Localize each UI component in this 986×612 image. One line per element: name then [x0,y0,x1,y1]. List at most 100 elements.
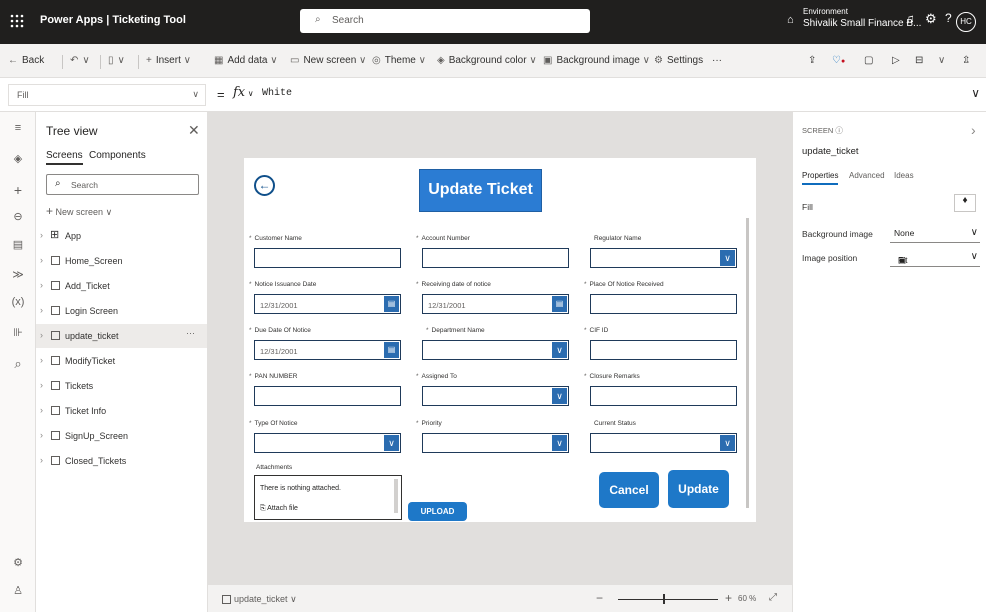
theme-button[interactable]: ◎ Theme ∨ [372,55,430,66]
layers-icon[interactable]: ◈ [0,152,36,165]
screen-selector[interactable]: update_ticket ∨ [222,594,297,605]
fx-icon[interactable]: fx ∨ [233,85,254,100]
undo-button[interactable]: ↶ ∨ [70,55,94,66]
tree-item-modify-ticket[interactable]: › ModifyTicket [36,349,207,373]
current-status-dropdown[interactable]: ∨ [590,433,737,453]
help-circle-icon[interactable]: ⓘ [835,126,843,135]
insert-button[interactable]: + Insert ∨ [146,55,195,66]
settings-gear-icon[interactable]: ⚙ [0,556,36,569]
share-icon[interactable]: ⇪ [808,55,816,66]
attachments-control[interactable]: There is nothing attached. ⎘ Attach file [254,475,402,520]
menu-icon[interactable]: ≡ [0,122,36,134]
user-avatar[interactable]: HC [956,12,976,32]
tree-search-input[interactable]: ⌕ Search [46,174,199,195]
add-data-button[interactable]: ▦ Add data ∨ [214,55,282,66]
zoom-slider[interactable] [618,599,718,600]
notifications-icon[interactable]: ♫ [905,11,915,26]
more-options-icon[interactable]: ··· [186,328,195,338]
data-icon[interactable]: ⊖ [0,210,36,223]
command-bar: ← Back ↶ ∨ ▯ ∨ + Insert ∨ ▦ Add data ∨ ▭ New s… [0,44,986,78]
fit-to-window-icon[interactable]: ⤢ [769,592,777,603]
fill-color-picker[interactable]: ♦ [954,194,976,212]
save-menu-chevron-icon[interactable]: ∨ [938,55,945,66]
type-of-notice-dropdown[interactable]: ∨ [254,433,401,453]
publish-icon[interactable]: ⇫ [962,55,970,66]
receiving-date-picker[interactable]: 12/31/2001 ▤ [422,294,569,314]
save-icon[interactable]: ⊟ [915,55,923,66]
back-label: Back [22,55,45,66]
priority-dropdown[interactable]: ∨ [422,433,569,453]
tree-item-add-ticket[interactable]: › Add_Ticket [36,274,207,298]
chevron-right-icon[interactable]: › [971,122,976,138]
tab-components[interactable]: Components [89,150,146,161]
app-launcher-icon[interactable] [10,14,24,28]
place-of-notice-input[interactable] [590,294,737,314]
formula-input[interactable]: White [262,88,292,99]
zoom-in-icon[interactable]: + [725,591,732,605]
calendar-icon[interactable]: ▤ [384,342,399,358]
insert-plus-icon[interactable]: + [0,182,36,198]
tree-item-home-screen[interactable]: › Home_Screen [36,249,207,273]
tab-advanced[interactable]: Advanced [849,171,885,180]
paste-button[interactable]: ▯ ∨ [108,55,129,66]
new-screen-link[interactable]: + New screen ∨ [46,204,112,218]
scrollbar[interactable] [746,218,749,508]
calendar-icon[interactable]: ▤ [552,296,567,312]
cancel-button[interactable]: Cancel [599,472,659,508]
close-icon[interactable]: ✕ [188,122,200,139]
new-screen-button[interactable]: ▭ New screen ∨ [290,55,370,66]
update-ticket-title-button[interactable]: Update Ticket [419,169,542,212]
media-icon[interactable]: ▤ [0,238,36,251]
tree-item-login-screen[interactable]: › Login Screen [36,299,207,323]
help-icon[interactable]: ? [945,11,952,25]
background-color-button[interactable]: ◈ Background color ∨ [437,55,541,66]
tab-properties[interactable]: Properties [802,171,839,185]
cif-id-input[interactable] [590,340,737,360]
tree-item-app[interactable]: › ⊞ App [36,224,207,248]
comments-icon[interactable]: ▢ [864,55,873,66]
background-image-dropdown[interactable]: None ∨ [890,225,980,243]
settings-button[interactable]: ⚙ Settings [654,55,703,66]
property-dropdown[interactable]: Fill ∨ [8,84,206,106]
more-button[interactable]: ··· [712,55,722,66]
tree-item-update-ticket[interactable]: › update_ticket ··· [36,324,207,348]
account-number-input[interactable] [422,248,569,268]
assigned-to-dropdown[interactable]: ∨ [422,386,569,406]
tree-item-signup-screen[interactable]: › SignUp_Screen [36,424,207,448]
notice-issuance-date-picker[interactable]: 12/31/2001 ▤ [254,294,401,314]
attach-file-link[interactable]: ⎘ Attach file [260,505,298,513]
pan-number-input[interactable] [254,386,401,406]
zoom-out-icon[interactable]: − [596,591,603,605]
back-arrow-icon[interactable]: ← [254,175,275,196]
upload-button[interactable]: UPLOAD [408,502,467,521]
virtual-agent-icon[interactable]: ♙ [0,584,36,597]
tab-screens[interactable]: Screens [46,150,83,165]
app-screen-update-ticket[interactable]: ← Update Ticket * Customer Name * Account … [244,158,756,522]
zoom-slider-thumb[interactable] [663,594,665,604]
control-name[interactable]: update_ticket [802,146,859,157]
tab-ideas[interactable]: Ideas [894,171,914,180]
due-date-picker[interactable]: 12/31/2001 ▤ [254,340,401,360]
app-checker-icon[interactable]: ♡● [832,55,845,66]
customer-name-input[interactable] [254,248,401,268]
power-automate-icon[interactable]: ≫ [0,268,36,281]
global-search-input[interactable]: ⌕ Search [300,9,590,33]
closure-remarks-input[interactable] [590,386,737,406]
tree-item-ticket-info[interactable]: › Ticket Info [36,399,207,423]
image-position-dropdown[interactable]: ▣ Fit ∨ [890,249,980,267]
preview-play-icon[interactable]: ▷ [892,55,900,66]
tree-item-closed-tickets[interactable]: › Closed_Tickets [36,449,207,473]
calendar-icon[interactable]: ▤ [384,296,399,312]
tools-icon[interactable]: ⊪ [0,326,36,339]
settings-icon[interactable]: ⚙ [925,11,937,27]
variables-icon[interactable]: (x) [0,296,36,308]
search-icon[interactable]: ⌕ [0,356,36,372]
scrollbar[interactable] [394,479,398,513]
department-name-dropdown[interactable]: ∨ [422,340,569,360]
background-image-button[interactable]: ▣ Background image ∨ [543,55,654,66]
back-button[interactable]: ← Back [8,55,44,66]
regulator-name-dropdown[interactable]: ∨ [590,248,737,268]
expand-formula-chevron-icon[interactable]: ∨ [971,86,980,100]
tree-item-tickets[interactable]: › Tickets [36,374,207,398]
update-button[interactable]: Update [668,470,729,508]
